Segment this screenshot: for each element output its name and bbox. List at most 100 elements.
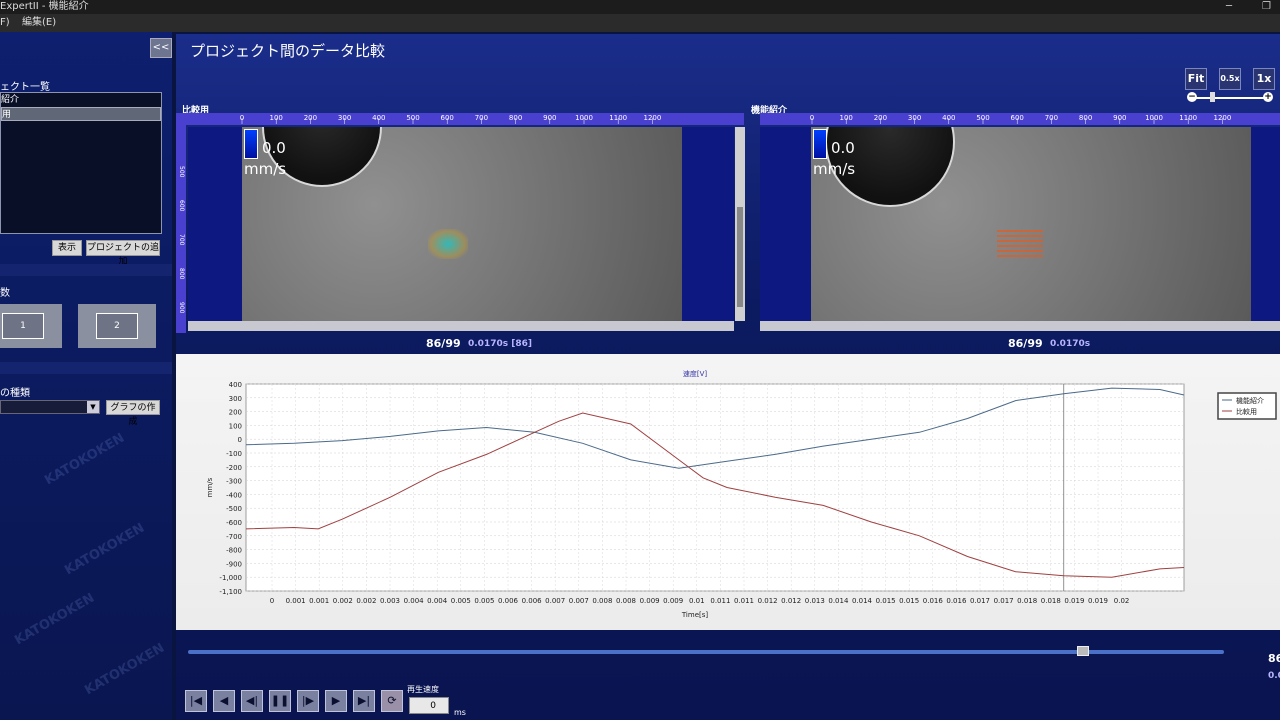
chart-panel: 400 300 200 100 0 -100 -200 -300 -400 -500 -600 -70…: [176, 354, 1280, 630]
pause-button[interactable]: ❚❚: [269, 690, 291, 712]
play-button[interactable]: ▶: [325, 690, 347, 712]
speed-unit: ms: [454, 708, 466, 717]
ruler-tick-label: 600: [1011, 114, 1024, 122]
timeline-slider[interactable]: [188, 650, 1224, 654]
velocity-chart: 400 300 200 100 0 -100 -200 -300 -400 -500 -600 -70…: [206, 369, 1277, 619]
x-tick-label: 0.005: [451, 597, 471, 605]
current-time: 0.0: [1268, 671, 1280, 681]
first-frame-button[interactable]: |◀: [185, 690, 207, 712]
x-tick-label: 0.006: [522, 597, 543, 605]
x-tick-label: 0.015: [876, 597, 896, 605]
ruler-tick-label: 400: [372, 114, 385, 122]
section-divider: [0, 362, 172, 374]
x-tick-label: 0.01: [689, 597, 705, 605]
y-tick-label: -1,100: [219, 588, 242, 596]
y-tick-label: -1,000: [219, 574, 242, 582]
x-tick-label: 0.017: [994, 597, 1014, 605]
y-tick-label: -200: [226, 464, 242, 472]
ruler-tick-label: 600: [178, 200, 185, 212]
y-tick-label: -800: [226, 547, 242, 555]
ruler-tick-label: 1100: [609, 114, 627, 122]
last-frame-button[interactable]: ▶|: [353, 690, 375, 712]
watermark: KATOKOKEN: [82, 640, 168, 699]
y-tick-label: -700: [226, 533, 242, 541]
ruler-tick-label: 900: [543, 114, 556, 122]
x-tick-label: 0.002: [333, 597, 353, 605]
loop-button[interactable]: ⟳: [381, 690, 403, 712]
chart-legend: 機能紹介比較用: [1217, 392, 1277, 420]
speed-label: 再生速度: [407, 685, 439, 694]
x-tick-label: 0.016: [946, 597, 967, 605]
ruler-tick-label: 500: [178, 166, 185, 178]
watermark: KATOKOKEN: [62, 520, 148, 579]
ruler-tick-label: 1000: [575, 114, 593, 122]
ruler-tick-label: 200: [304, 114, 317, 122]
x-tick-label: 0.008: [616, 597, 636, 605]
ruler-tick-label: 700: [475, 114, 488, 122]
graph-type-select[interactable]: ▼: [0, 400, 100, 414]
x-tick-label: 0.014: [828, 597, 849, 605]
watermark: KATOKOKEN: [42, 430, 128, 489]
plot-area: [245, 383, 1185, 592]
x-tick-label: 0.017: [970, 597, 990, 605]
legend-entry: 比較用: [1236, 407, 1257, 416]
x-tick-label: 0.012: [781, 597, 801, 605]
x-tick-label: 0.014: [852, 597, 873, 605]
x-tick-label: 0.015: [899, 597, 919, 605]
ruler-tick-label: 900: [1113, 114, 1126, 122]
ruler-tick-label: 1200: [1213, 114, 1231, 122]
ruler-tick-label: 500: [406, 114, 419, 122]
x-tick-label: 0.018: [1041, 597, 1061, 605]
x-tick-label: 0.019: [1088, 597, 1108, 605]
x-tick-label: 0.005: [474, 597, 494, 605]
ruler-tick-label: 800: [178, 268, 185, 280]
ruler-tick-label: 800: [509, 114, 522, 122]
x-tick-label: 0.013: [805, 597, 825, 605]
ruler-tick-label: 100: [840, 114, 853, 122]
chart-title: 速度[V]: [683, 369, 708, 378]
ruler-tick-label: 700: [1045, 114, 1058, 122]
create-graph-button[interactable]: グラフの作成: [106, 400, 160, 427]
ruler-tick-label: 400: [942, 114, 955, 122]
legend-entry: 機能紹介: [1236, 396, 1264, 405]
x-tick-label: 0.007: [545, 597, 565, 605]
timeline-thumb[interactable]: [1077, 646, 1089, 656]
x-tick-label: 0.016: [923, 597, 944, 605]
ruler-tick-label: 1100: [1179, 114, 1197, 122]
y-tick-label: -300: [226, 478, 242, 486]
step-back-button[interactable]: ◀|: [241, 690, 263, 712]
ruler-tick-label: 1000: [1145, 114, 1163, 122]
play-reverse-button[interactable]: ◀: [213, 690, 235, 712]
frame-time: 0.0170s [86]: [468, 339, 532, 349]
y-tick-label: 0: [238, 436, 242, 444]
x-tick-label: 0.007: [569, 597, 589, 605]
x-tick-label: 0.012: [758, 597, 778, 605]
y-tick-label: -100: [226, 450, 242, 458]
x-tick-label: 0.003: [380, 597, 400, 605]
x-tick-label: 0.019: [1064, 597, 1084, 605]
ruler-tick-label: 700: [178, 234, 185, 246]
y-tick-label: 100: [229, 422, 242, 430]
step-forward-button[interactable]: |▶: [297, 690, 319, 712]
frame-time: 0.0170s: [1050, 339, 1091, 349]
y-tick-label: 300: [229, 395, 242, 403]
ruler-tick-label: 0: [240, 114, 244, 122]
y-tick-label: -500: [226, 505, 242, 513]
graph-type-label: の種類: [0, 388, 30, 399]
ruler-tick-label: 0: [810, 114, 814, 122]
ruler-tick-label: 200: [874, 114, 887, 122]
y-tick-label: 200: [229, 409, 242, 417]
x-tick-label: 0.004: [427, 597, 448, 605]
ruler-ticks: 0 100 200 300 400 500 600 700 800 900 1000 1100 1200…: [178, 114, 1231, 314]
ruler-tick-label: 100: [270, 114, 283, 122]
x-tick-label: 0.02: [1114, 597, 1130, 605]
x-tick-label: 0.011: [710, 597, 730, 605]
x-tick-label: 0: [270, 597, 274, 605]
chevron-down-icon: ▼: [87, 401, 99, 413]
ruler-tick-label: 800: [1079, 114, 1092, 122]
x-tick-label: 0.009: [663, 597, 683, 605]
y-axis-label: mm/s: [206, 477, 214, 497]
speed-input[interactable]: 0: [409, 697, 449, 714]
ruler-tick-label: 300: [338, 114, 351, 122]
ruler-tick-label: 300: [908, 114, 921, 122]
